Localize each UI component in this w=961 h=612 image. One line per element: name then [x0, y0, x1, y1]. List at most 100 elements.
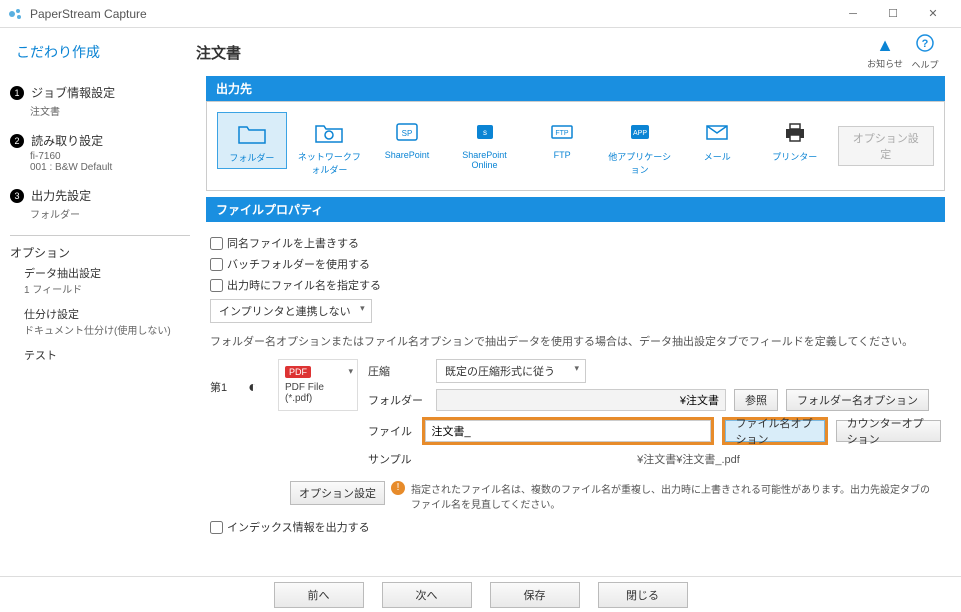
titlebar: PaperStream Capture ─ ☐ ✕: [0, 0, 961, 28]
step-number-icon: 1: [10, 86, 24, 100]
help-icon: ?: [905, 34, 945, 57]
printer-icon: [760, 116, 830, 148]
dest-printer[interactable]: プリンター: [760, 112, 830, 167]
sharepoint-icon: SP: [372, 116, 442, 148]
dest-label: フォルダー: [218, 151, 286, 164]
maximize-button[interactable]: ☐: [873, 0, 913, 28]
folder-name-option-button[interactable]: フォルダー名オプション: [786, 389, 929, 411]
dest-option-button: オプション設定: [838, 126, 934, 166]
bottom-bar: 前へ 次へ 保存 閉じる: [0, 576, 961, 612]
header: こだわり作成 注文書 ▲ お知らせ ? ヘルプ: [0, 28, 961, 76]
folder-icon: [218, 117, 286, 149]
warning-icon: !: [391, 481, 405, 495]
dest-mail[interactable]: メール: [682, 112, 752, 167]
svg-text:SP: SP: [402, 129, 413, 138]
option-label: データ抽出設定: [24, 265, 190, 281]
step-destination[interactable]: 3 出力先設定 フォルダー: [10, 187, 190, 221]
counter-option-button[interactable]: カウンターオプション: [836, 420, 941, 442]
compress-label: 圧縮: [368, 363, 428, 379]
file-label: ファイル: [368, 423, 414, 439]
options-section-title: オプション: [10, 244, 190, 261]
chk-specify-name[interactable]: 出力時にファイル名を指定する: [210, 277, 941, 293]
contrast-icon: ◐: [248, 359, 268, 397]
dest-label: SharePoint Online: [450, 150, 520, 170]
fileprop-section-header: ファイルプロパティ: [206, 197, 945, 222]
app-icon: [8, 6, 24, 22]
dest-label: メール: [682, 150, 752, 163]
dest-label: 他アプリケーション: [605, 150, 675, 176]
step-label: 読み取り設定: [31, 134, 103, 148]
option-label: 仕分け設定: [24, 306, 190, 322]
sample-label: サンプル: [368, 451, 428, 467]
app-icon: APP: [605, 116, 675, 148]
app-title: PaperStream Capture: [30, 7, 833, 21]
step-sub: 注文書: [30, 103, 190, 118]
dest-sharepoint[interactable]: SP SharePoint: [372, 112, 442, 164]
chevron-down-icon: ▾: [348, 366, 353, 377]
svg-text:FTP: FTP: [555, 130, 569, 137]
compress-select[interactable]: 既定の圧縮形式に従う: [436, 359, 586, 383]
dest-ftp[interactable]: FTP FTP: [527, 112, 597, 164]
step-number-icon: 3: [10, 189, 24, 203]
chk-batch-folder[interactable]: バッチフォルダーを使用する: [210, 256, 941, 272]
svg-text:APP: APP: [633, 130, 647, 137]
browse-button[interactable]: 参照: [734, 389, 778, 411]
dest-label: SharePoint: [372, 150, 442, 160]
main-panel: 出力先 フォルダー ネットワークフォルダー SP SharePoint s Sh…: [200, 76, 961, 576]
chk-label: 出力時にファイル名を指定する: [227, 277, 381, 293]
option-data-extraction[interactable]: データ抽出設定 1 フィールド: [24, 265, 190, 296]
close-window-button[interactable]: ✕: [913, 0, 953, 28]
folder-input[interactable]: [436, 389, 726, 411]
destination-section-header: 出力先: [206, 76, 945, 101]
dest-other-app[interactable]: APP 他アプリケーション: [605, 112, 675, 180]
option-separation[interactable]: 仕分け設定 ドキュメント仕分け(使用しない): [24, 306, 190, 337]
dest-label: プリンター: [760, 150, 830, 163]
help-button[interactable]: ? ヘルプ: [905, 34, 945, 71]
chk-index-output[interactable]: インデックス情報を出力する: [210, 519, 941, 535]
file-option-highlight: ファイル名オプション: [722, 417, 828, 445]
destination-list: フォルダー ネットワークフォルダー SP SharePoint s ShareP…: [206, 101, 945, 191]
option-settings-button[interactable]: オプション設定: [290, 481, 385, 505]
notify-label: お知らせ: [867, 59, 903, 69]
chk-label: バッチフォルダーを使用する: [227, 256, 370, 272]
option-label: テスト: [24, 347, 190, 363]
next-button[interactable]: 次へ: [382, 582, 472, 608]
option-test[interactable]: テスト: [24, 347, 190, 363]
svg-text:s: s: [483, 128, 487, 137]
notify-button[interactable]: ▲ お知らせ: [865, 35, 905, 70]
dest-sharepoint-online[interactable]: s SharePoint Online: [450, 112, 520, 174]
file-input-highlight: [422, 417, 714, 445]
step-label: ジョブ情報設定: [31, 86, 115, 100]
sidebar: 1 ジョブ情報設定 注文書 2 読み取り設定 fi-7160 001 : B&W…: [0, 76, 200, 576]
imprinter-select[interactable]: インプリンタと連携しない: [210, 299, 372, 323]
folder-label: フォルダー: [368, 392, 428, 408]
file-name-option-button[interactable]: ファイル名オプション: [725, 420, 825, 442]
help-label: ヘルプ: [911, 60, 938, 70]
chk-overwrite[interactable]: 同名ファイルを上書きする: [210, 235, 941, 251]
svg-text:?: ?: [922, 38, 929, 50]
step-sub: フォルダー: [30, 206, 190, 221]
chk-label: 同名ファイルを上書きする: [227, 235, 359, 251]
option-note: フォルダー名オプションまたはファイル名オプションで抽出データを使用する場合は、デ…: [210, 333, 941, 349]
file-input[interactable]: [425, 420, 711, 442]
pdf-badge: PDF: [285, 366, 311, 378]
minimize-button[interactable]: ─: [833, 0, 873, 28]
notify-icon: ▲: [865, 35, 905, 56]
prev-button[interactable]: 前へ: [274, 582, 364, 608]
output-index: 第1: [210, 359, 238, 395]
step-number-icon: 2: [10, 134, 24, 148]
mail-icon: [682, 116, 752, 148]
step-scan-settings[interactable]: 2 読み取り設定 fi-7160 001 : B&W Default: [10, 132, 190, 173]
sample-value: ¥注文書¥注文書_.pdf: [436, 451, 941, 467]
option-sub: 1 フィールド: [24, 281, 190, 296]
dest-folder[interactable]: フォルダー: [217, 112, 287, 169]
dest-label: ネットワークフォルダー: [295, 150, 365, 176]
dest-network-folder[interactable]: ネットワークフォルダー: [295, 112, 365, 180]
step-job-info[interactable]: 1 ジョブ情報設定 注文書: [10, 84, 190, 118]
close-button[interactable]: 閉じる: [598, 582, 688, 608]
warning-text: 指定されたファイル名は、複数のファイル名が重複し、出力時に上書きされる可能性があ…: [411, 481, 931, 511]
network-folder-icon: [295, 116, 365, 148]
file-format-card[interactable]: PDF ▾ PDF File (*.pdf): [278, 359, 358, 411]
ftp-icon: FTP: [527, 116, 597, 148]
save-button[interactable]: 保存: [490, 582, 580, 608]
